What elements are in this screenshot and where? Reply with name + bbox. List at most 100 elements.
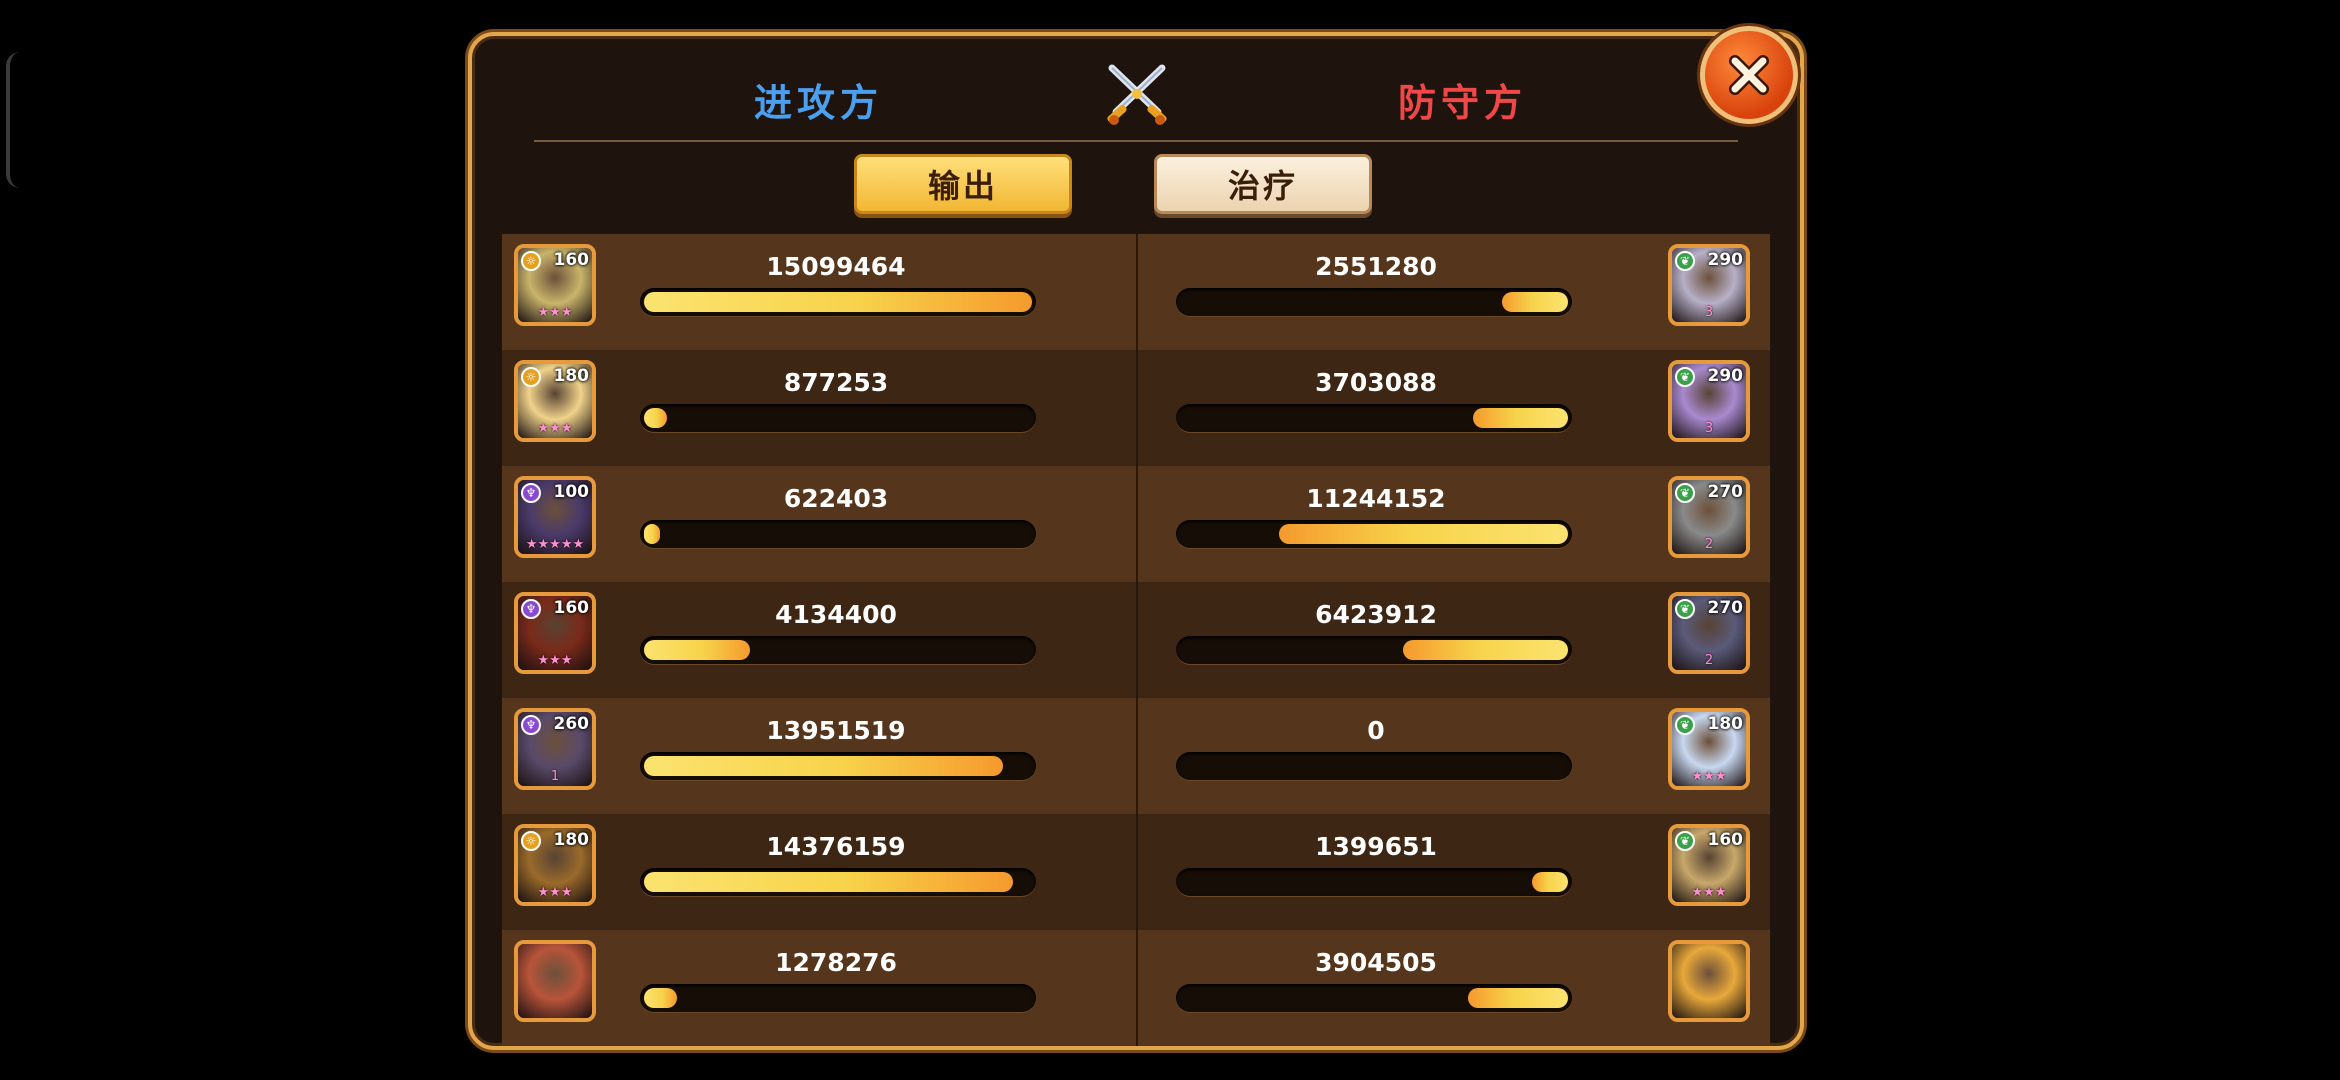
hero-stars: ★★★	[1691, 885, 1727, 900]
close-icon	[1729, 55, 1769, 95]
hero-stars: ★★★	[537, 421, 573, 436]
crossed-swords-icon	[1107, 64, 1167, 125]
gold-element-icon: ☼	[521, 251, 541, 271]
green-element-icon: ❦	[1675, 483, 1695, 503]
side-drawer-handle[interactable]	[6, 52, 24, 188]
green-element-icon: ❦	[1675, 831, 1695, 851]
hero-level: 290	[1707, 250, 1744, 270]
defender-damage-bar	[1176, 636, 1572, 664]
defender-damage-bar-fill	[1279, 524, 1568, 544]
hero-level: 160	[553, 250, 590, 270]
green-element-icon: ❦	[1675, 715, 1695, 735]
hero-level: 260	[553, 714, 590, 734]
tab-heal[interactable]: 治疗	[1154, 154, 1372, 214]
hero-portrait	[1672, 944, 1746, 1018]
gold-element-icon: ☼	[521, 367, 541, 387]
attacker-damage-value: 4134400	[775, 600, 897, 629]
purple-element-icon: ♆	[521, 599, 541, 619]
green-element-icon: ❦	[1675, 599, 1695, 619]
defender-hero-avatar[interactable]: ❦ 270 2	[1668, 592, 1750, 674]
attacker-damage-value: 14376159	[766, 832, 906, 861]
hero-stars: 2	[1704, 537, 1714, 552]
defender-hero-avatar[interactable]: ❦ 180 ★★★	[1668, 708, 1750, 790]
attacker-hero-avatar[interactable]: ☼ 160 ★★★	[514, 244, 596, 326]
attacker-damage-bar-fill	[644, 756, 1003, 776]
hero-stars: 1	[550, 769, 560, 784]
defender-damage-value: 1399651	[1315, 832, 1437, 861]
attacker-hero-avatar[interactable]	[514, 940, 596, 1022]
attacker-damage-bar	[640, 520, 1036, 548]
defender-hero-avatar[interactable]	[1668, 940, 1750, 1022]
defender-damage-value: 3703088	[1315, 368, 1437, 397]
hero-stars: ★★★	[537, 305, 573, 320]
attacker-damage-value: 1278276	[775, 948, 897, 977]
attacker-damage-bar-fill	[644, 408, 667, 428]
hero-stars: ★★★	[537, 653, 573, 668]
defender-damage-bar	[1176, 868, 1572, 896]
defender-damage-bar	[1176, 404, 1572, 432]
green-element-icon: ❦	[1675, 367, 1695, 387]
header-divider	[534, 140, 1738, 142]
attacker-damage-bar	[640, 868, 1036, 896]
defender-damage-bar	[1176, 984, 1572, 1012]
hero-level: 270	[1707, 482, 1744, 502]
defender-hero-avatar[interactable]: ❦ 270 2	[1668, 476, 1750, 558]
defender-damage-bar	[1176, 288, 1572, 316]
attacker-damage-bar-fill	[644, 524, 660, 544]
defender-damage-value: 3904505	[1315, 948, 1437, 977]
defender-damage-value: 6423912	[1315, 600, 1437, 629]
defender-damage-value: 2551280	[1315, 252, 1437, 281]
defender-hero-avatar[interactable]: ❦ 290 3	[1668, 244, 1750, 326]
hero-level: 290	[1707, 366, 1744, 386]
close-button[interactable]	[1700, 26, 1798, 124]
defender-team-label: 防守方	[1398, 81, 1528, 125]
attacker-hero-avatar[interactable]: ♆ 100 ★★★★★	[514, 476, 596, 558]
hero-level: 270	[1707, 598, 1744, 618]
hero-level: 180	[1707, 714, 1744, 734]
hero-stars: ★★★	[1691, 769, 1727, 784]
panel-header: 进攻方 防守方	[472, 36, 1800, 141]
attacker-damage-bar	[640, 752, 1036, 780]
attacker-hero-avatar[interactable]: ☼ 180 ★★★	[514, 824, 596, 906]
hero-level: 160	[553, 598, 590, 618]
attacker-hero-avatar[interactable]: ♆ 260 1	[514, 708, 596, 790]
hero-stars: 3	[1704, 421, 1714, 436]
defender-damage-value: 11244152	[1306, 484, 1446, 513]
attacker-hero-avatar[interactable]: ☼ 180 ★★★	[514, 360, 596, 442]
defender-damage-bar-fill	[1473, 408, 1568, 428]
center-divider	[1136, 234, 1138, 1046]
green-element-icon: ❦	[1675, 251, 1695, 271]
attacker-damage-bar-fill	[644, 640, 750, 660]
tab-output-label: 输出	[927, 167, 998, 205]
attacker-team-label: 进攻方	[754, 81, 884, 125]
hero-portrait	[518, 944, 592, 1018]
tab-heal-label: 治疗	[1227, 167, 1298, 205]
defender-damage-bar	[1176, 520, 1572, 548]
defender-damage-bar-fill	[1502, 292, 1568, 312]
hero-stars: 3	[1704, 305, 1714, 320]
battle-stats-panel: 进攻方 防守方 输出 治疗 ☼ 160 ★★★ 15099464 ❦ 290 3 255128…	[468, 32, 1804, 1050]
defender-hero-avatar[interactable]: ❦ 290 3	[1668, 360, 1750, 442]
attacker-damage-bar	[640, 984, 1036, 1012]
attacker-damage-bar	[640, 404, 1036, 432]
defender-hero-avatar[interactable]: ❦ 160 ★★★	[1668, 824, 1750, 906]
attacker-damage-value: 13951519	[766, 716, 906, 745]
defender-damage-value: 0	[1367, 716, 1385, 745]
attacker-hero-avatar[interactable]: ♆ 160 ★★★	[514, 592, 596, 674]
hero-stars: ★★★	[537, 885, 573, 900]
attacker-damage-bar	[640, 636, 1036, 664]
attacker-damage-value: 15099464	[766, 252, 906, 281]
hero-level: 180	[553, 366, 590, 386]
defender-damage-bar	[1176, 752, 1572, 780]
defender-damage-bar-fill	[1403, 640, 1568, 660]
hero-level: 180	[553, 830, 590, 850]
hero-stars: ★★★★★	[525, 537, 585, 552]
purple-element-icon: ♆	[521, 483, 541, 503]
attacker-damage-bar-fill	[644, 988, 677, 1008]
purple-element-icon: ♆	[521, 715, 541, 735]
gold-element-icon: ☼	[521, 831, 541, 851]
defender-damage-bar-fill	[1532, 872, 1568, 892]
hero-level: 100	[553, 482, 590, 502]
hero-stars: 2	[1704, 653, 1714, 668]
tab-output[interactable]: 输出	[854, 154, 1072, 214]
